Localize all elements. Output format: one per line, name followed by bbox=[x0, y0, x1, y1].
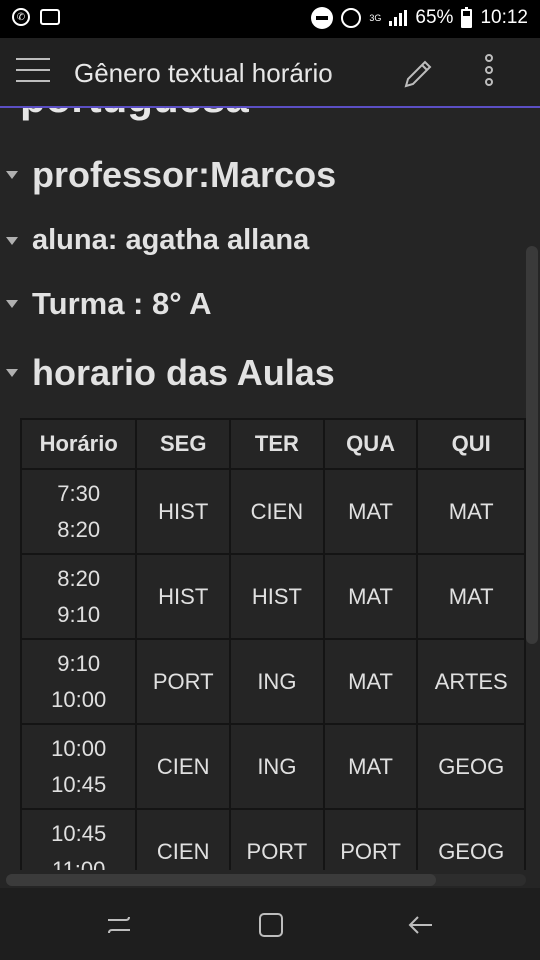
document-content[interactable]: portuguesa professor:Marcos aluna: agath… bbox=[0, 108, 540, 888]
time-start: 7:30 bbox=[57, 480, 101, 506]
page-title: Gênero textual horário bbox=[74, 58, 368, 89]
status-bar: ✆ 3G 65% 10:12 bbox=[0, 0, 540, 38]
time-end: 9:10 bbox=[57, 601, 101, 627]
horizontal-scrollbar[interactable] bbox=[6, 874, 436, 886]
time-cell: 10:45 11:00 bbox=[20, 808, 138, 871]
home-icon bbox=[259, 913, 283, 937]
schedule-table-container[interactable]: Horário SEG TER QUA QUI 7:30 8:20 HIST CI… bbox=[20, 418, 526, 870]
subject-cell: MAT bbox=[416, 553, 526, 640]
subject-cell: MAT bbox=[322, 468, 419, 555]
subject-cell: MAT bbox=[416, 468, 526, 555]
home-button[interactable] bbox=[256, 910, 286, 940]
time-end: 8:20 bbox=[57, 516, 101, 542]
outline-item: Turma : 8° A bbox=[0, 286, 211, 322]
time-end: 10:00 bbox=[51, 686, 107, 712]
outline-item: professor:Marcos bbox=[0, 154, 336, 196]
outline-heading: professor:Marcos bbox=[32, 154, 337, 195]
system-nav-bar bbox=[0, 888, 540, 960]
outline-heading: aluna: agatha allana bbox=[32, 224, 310, 256]
subject-cell: ARTES bbox=[416, 638, 526, 725]
edit-button[interactable] bbox=[400, 56, 436, 92]
outline-item: aluna: agatha allana bbox=[0, 224, 309, 257]
recent-apps-icon bbox=[108, 916, 130, 934]
battery-percent: 65% bbox=[415, 7, 454, 28]
column-header: QUA bbox=[322, 418, 419, 470]
time-end: 11:00 bbox=[51, 856, 106, 871]
subject-cell: CIEN bbox=[229, 468, 325, 555]
collapse-caret-icon[interactable] bbox=[6, 236, 18, 245]
voicemail-icon bbox=[40, 9, 60, 25]
back-button[interactable] bbox=[406, 910, 436, 940]
time-cell: 7:30 8:20 bbox=[20, 468, 138, 555]
column-header: Horário bbox=[20, 418, 138, 470]
subject-cell: HIST bbox=[229, 553, 325, 640]
more-icon-dot bbox=[485, 66, 493, 74]
subject-cell: HIST bbox=[135, 468, 232, 555]
time-start: 10:00 bbox=[51, 735, 107, 761]
menu-icon-line bbox=[16, 80, 50, 82]
subject-cell: MAT bbox=[322, 638, 419, 725]
do-not-disturb-icon bbox=[311, 7, 334, 29]
subject-cell: PORT bbox=[135, 638, 232, 725]
schedule-table: Horário SEG TER QUA QUI 7:30 8:20 HIST CI… bbox=[20, 418, 526, 870]
subject-cell: MAT bbox=[322, 723, 419, 810]
table-row: 9:10 10:00 PORT ING MAT ARTES bbox=[20, 638, 526, 725]
table-header-row: Horário SEG TER QUA QUI bbox=[20, 418, 526, 470]
time-cell: 10:00 10:45 bbox=[20, 723, 138, 810]
network-type: 3G bbox=[369, 13, 382, 23]
subject-cell: CIEN bbox=[135, 723, 232, 810]
time-start: 9:10 bbox=[57, 650, 101, 676]
menu-icon-line bbox=[16, 69, 50, 71]
subject-cell: GEOG bbox=[416, 808, 526, 870]
app-toolbar: Gênero textual horário bbox=[0, 38, 540, 108]
partial-heading: portuguesa bbox=[20, 108, 249, 122]
collapse-caret-icon[interactable] bbox=[6, 171, 18, 179]
subject-cell: MAT bbox=[322, 553, 419, 640]
subject-cell: GEOG bbox=[416, 723, 526, 810]
signal-icon bbox=[389, 10, 408, 26]
menu-icon-line bbox=[16, 58, 50, 60]
recent-apps-button[interactable] bbox=[104, 910, 134, 940]
subject-cell: PORT bbox=[229, 808, 325, 870]
table-row: 10:00 10:45 CIEN ING MAT GEOG bbox=[20, 723, 526, 810]
more-options-button[interactable] bbox=[476, 54, 502, 92]
time-end: 10:45 bbox=[51, 771, 107, 797]
collapse-caret-icon[interactable] bbox=[6, 369, 18, 377]
subject-cell: PORT bbox=[322, 808, 419, 870]
collapse-caret-icon[interactable] bbox=[6, 300, 18, 308]
table-row: 7:30 8:20 HIST CIEN MAT MAT bbox=[20, 468, 526, 555]
time-cell: 8:20 9:10 bbox=[20, 553, 138, 640]
outline-item: horario das Aulas bbox=[0, 352, 335, 394]
table-row: 8:20 9:10 HIST HIST MAT MAT bbox=[20, 553, 526, 640]
menu-button[interactable] bbox=[16, 58, 50, 86]
column-header: QUI bbox=[416, 418, 526, 470]
subject-cell: ING bbox=[229, 723, 325, 810]
clock: 10:12 bbox=[480, 7, 528, 28]
subject-cell: ING bbox=[229, 638, 325, 725]
subject-cell: CIEN bbox=[135, 808, 232, 870]
vertical-scrollbar[interactable] bbox=[526, 246, 538, 644]
battery-icon bbox=[461, 6, 473, 28]
whatsapp-icon: ✆ bbox=[12, 8, 30, 26]
table-row: 10:45 11:00 CIEN PORT PORT GEOG bbox=[20, 808, 526, 871]
outline-heading: Turma : 8° A bbox=[32, 286, 212, 321]
pencil-icon bbox=[404, 60, 432, 88]
column-header: TER bbox=[229, 418, 325, 470]
more-icon-dot bbox=[485, 78, 493, 86]
time-cell: 9:10 10:00 bbox=[20, 638, 138, 725]
time-start: 8:20 bbox=[57, 565, 101, 591]
alarm-icon bbox=[341, 8, 362, 28]
back-arrow-icon bbox=[408, 916, 432, 934]
column-header: SEG bbox=[135, 418, 232, 470]
time-start: 10:45 bbox=[51, 820, 107, 846]
subject-cell: HIST bbox=[135, 553, 232, 640]
more-icon-dot bbox=[485, 54, 493, 62]
outline-heading: horario das Aulas bbox=[32, 352, 335, 393]
